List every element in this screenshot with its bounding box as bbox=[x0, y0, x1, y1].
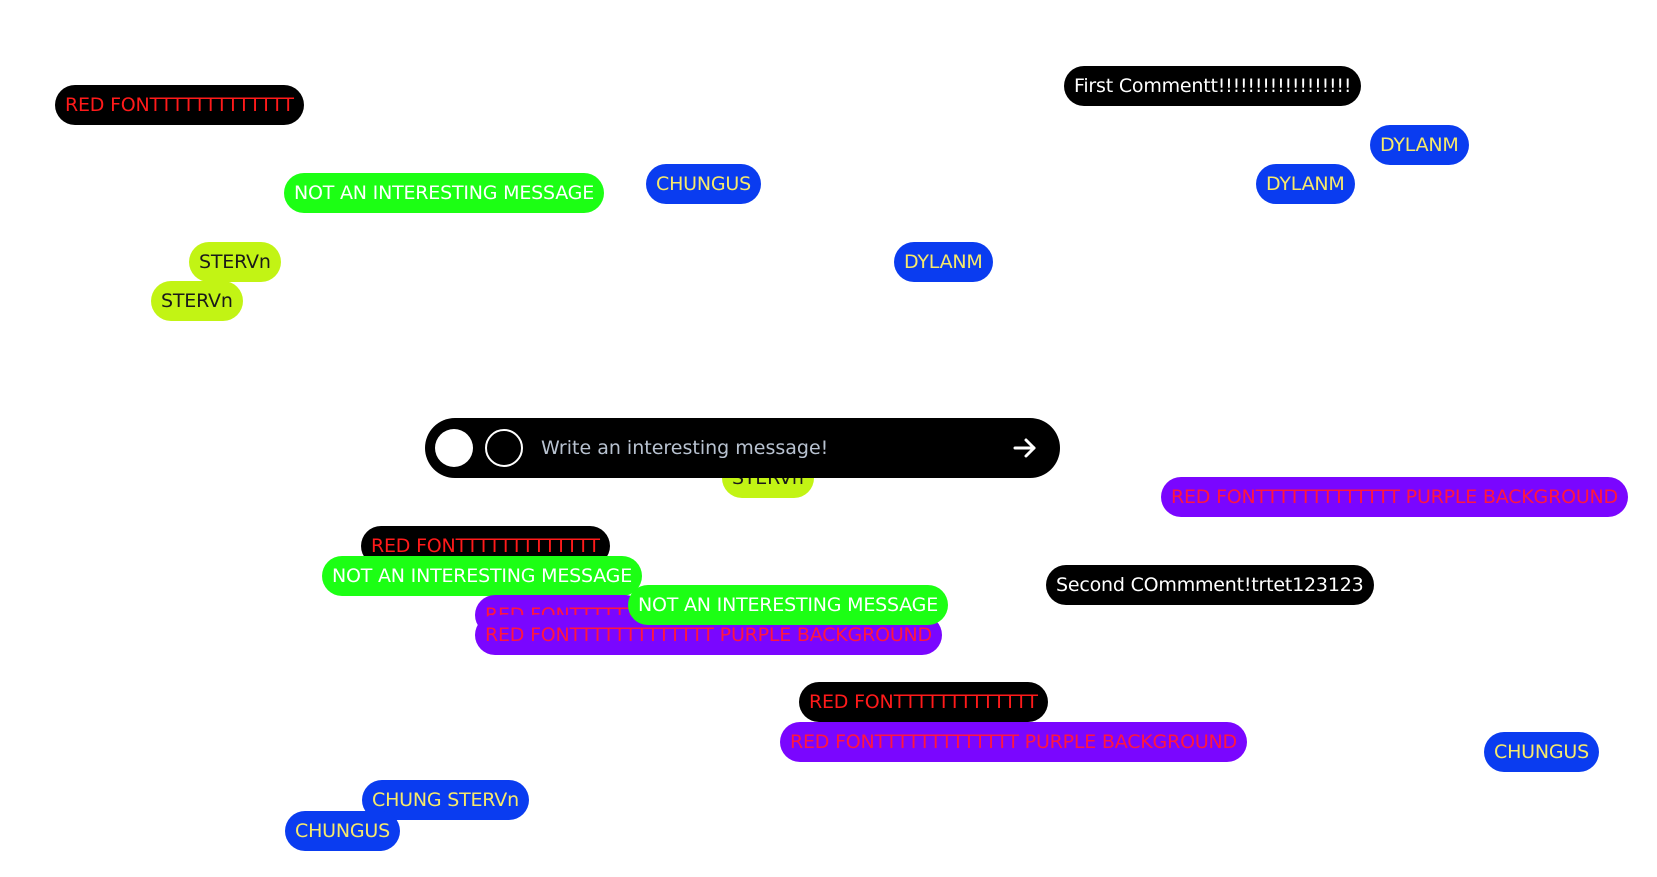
comment-canvas: RED FONTTTTTTTTTTTTT First Commentt!!!!!… bbox=[0, 0, 1657, 877]
comment-bubble: NOT AN INTERESTING MESSAGE bbox=[628, 585, 949, 625]
comment-bubble: Second COmmment!trtet123123 bbox=[1046, 565, 1374, 605]
comment-bubble: STERVn bbox=[151, 281, 243, 321]
white-color-swatch[interactable] bbox=[435, 429, 473, 467]
comment-bubble: RED FONTTTTTTTTTTTTT PURPLE BACKGROUND bbox=[780, 722, 1247, 762]
comment-bubble: RED FONTTTTTTTTTTTTT PURPLE BACKGROUND bbox=[1161, 477, 1628, 517]
comment-bubble: STERVn bbox=[189, 242, 281, 282]
comment-bubble: NOT AN INTERESTING MESSAGE bbox=[322, 556, 643, 596]
black-color-swatch[interactable] bbox=[485, 429, 523, 467]
message-composer bbox=[425, 418, 1060, 478]
send-button[interactable] bbox=[1010, 433, 1040, 463]
comment-bubble: NOT AN INTERESTING MESSAGE bbox=[284, 173, 605, 213]
comment-bubble: CHUNGUS bbox=[646, 164, 761, 204]
comment-bubble: CHUNGUS bbox=[1484, 732, 1599, 772]
comment-bubble: DYLANM bbox=[1370, 125, 1469, 165]
comment-bubble: DYLANM bbox=[1256, 164, 1355, 204]
comment-bubble: RED FONTTTTTTTTTTTTT bbox=[799, 682, 1048, 722]
comment-bubble: CHUNGUS bbox=[285, 811, 400, 851]
arrow-right-icon bbox=[1013, 438, 1036, 458]
message-input[interactable] bbox=[541, 428, 971, 468]
comment-bubble: DYLANM bbox=[894, 242, 993, 282]
comment-bubble: First Commentt!!!!!!!!!!!!!!!!!! bbox=[1064, 66, 1362, 106]
comment-bubble: RED FONTTTTTTTTTTTTT bbox=[55, 85, 304, 125]
